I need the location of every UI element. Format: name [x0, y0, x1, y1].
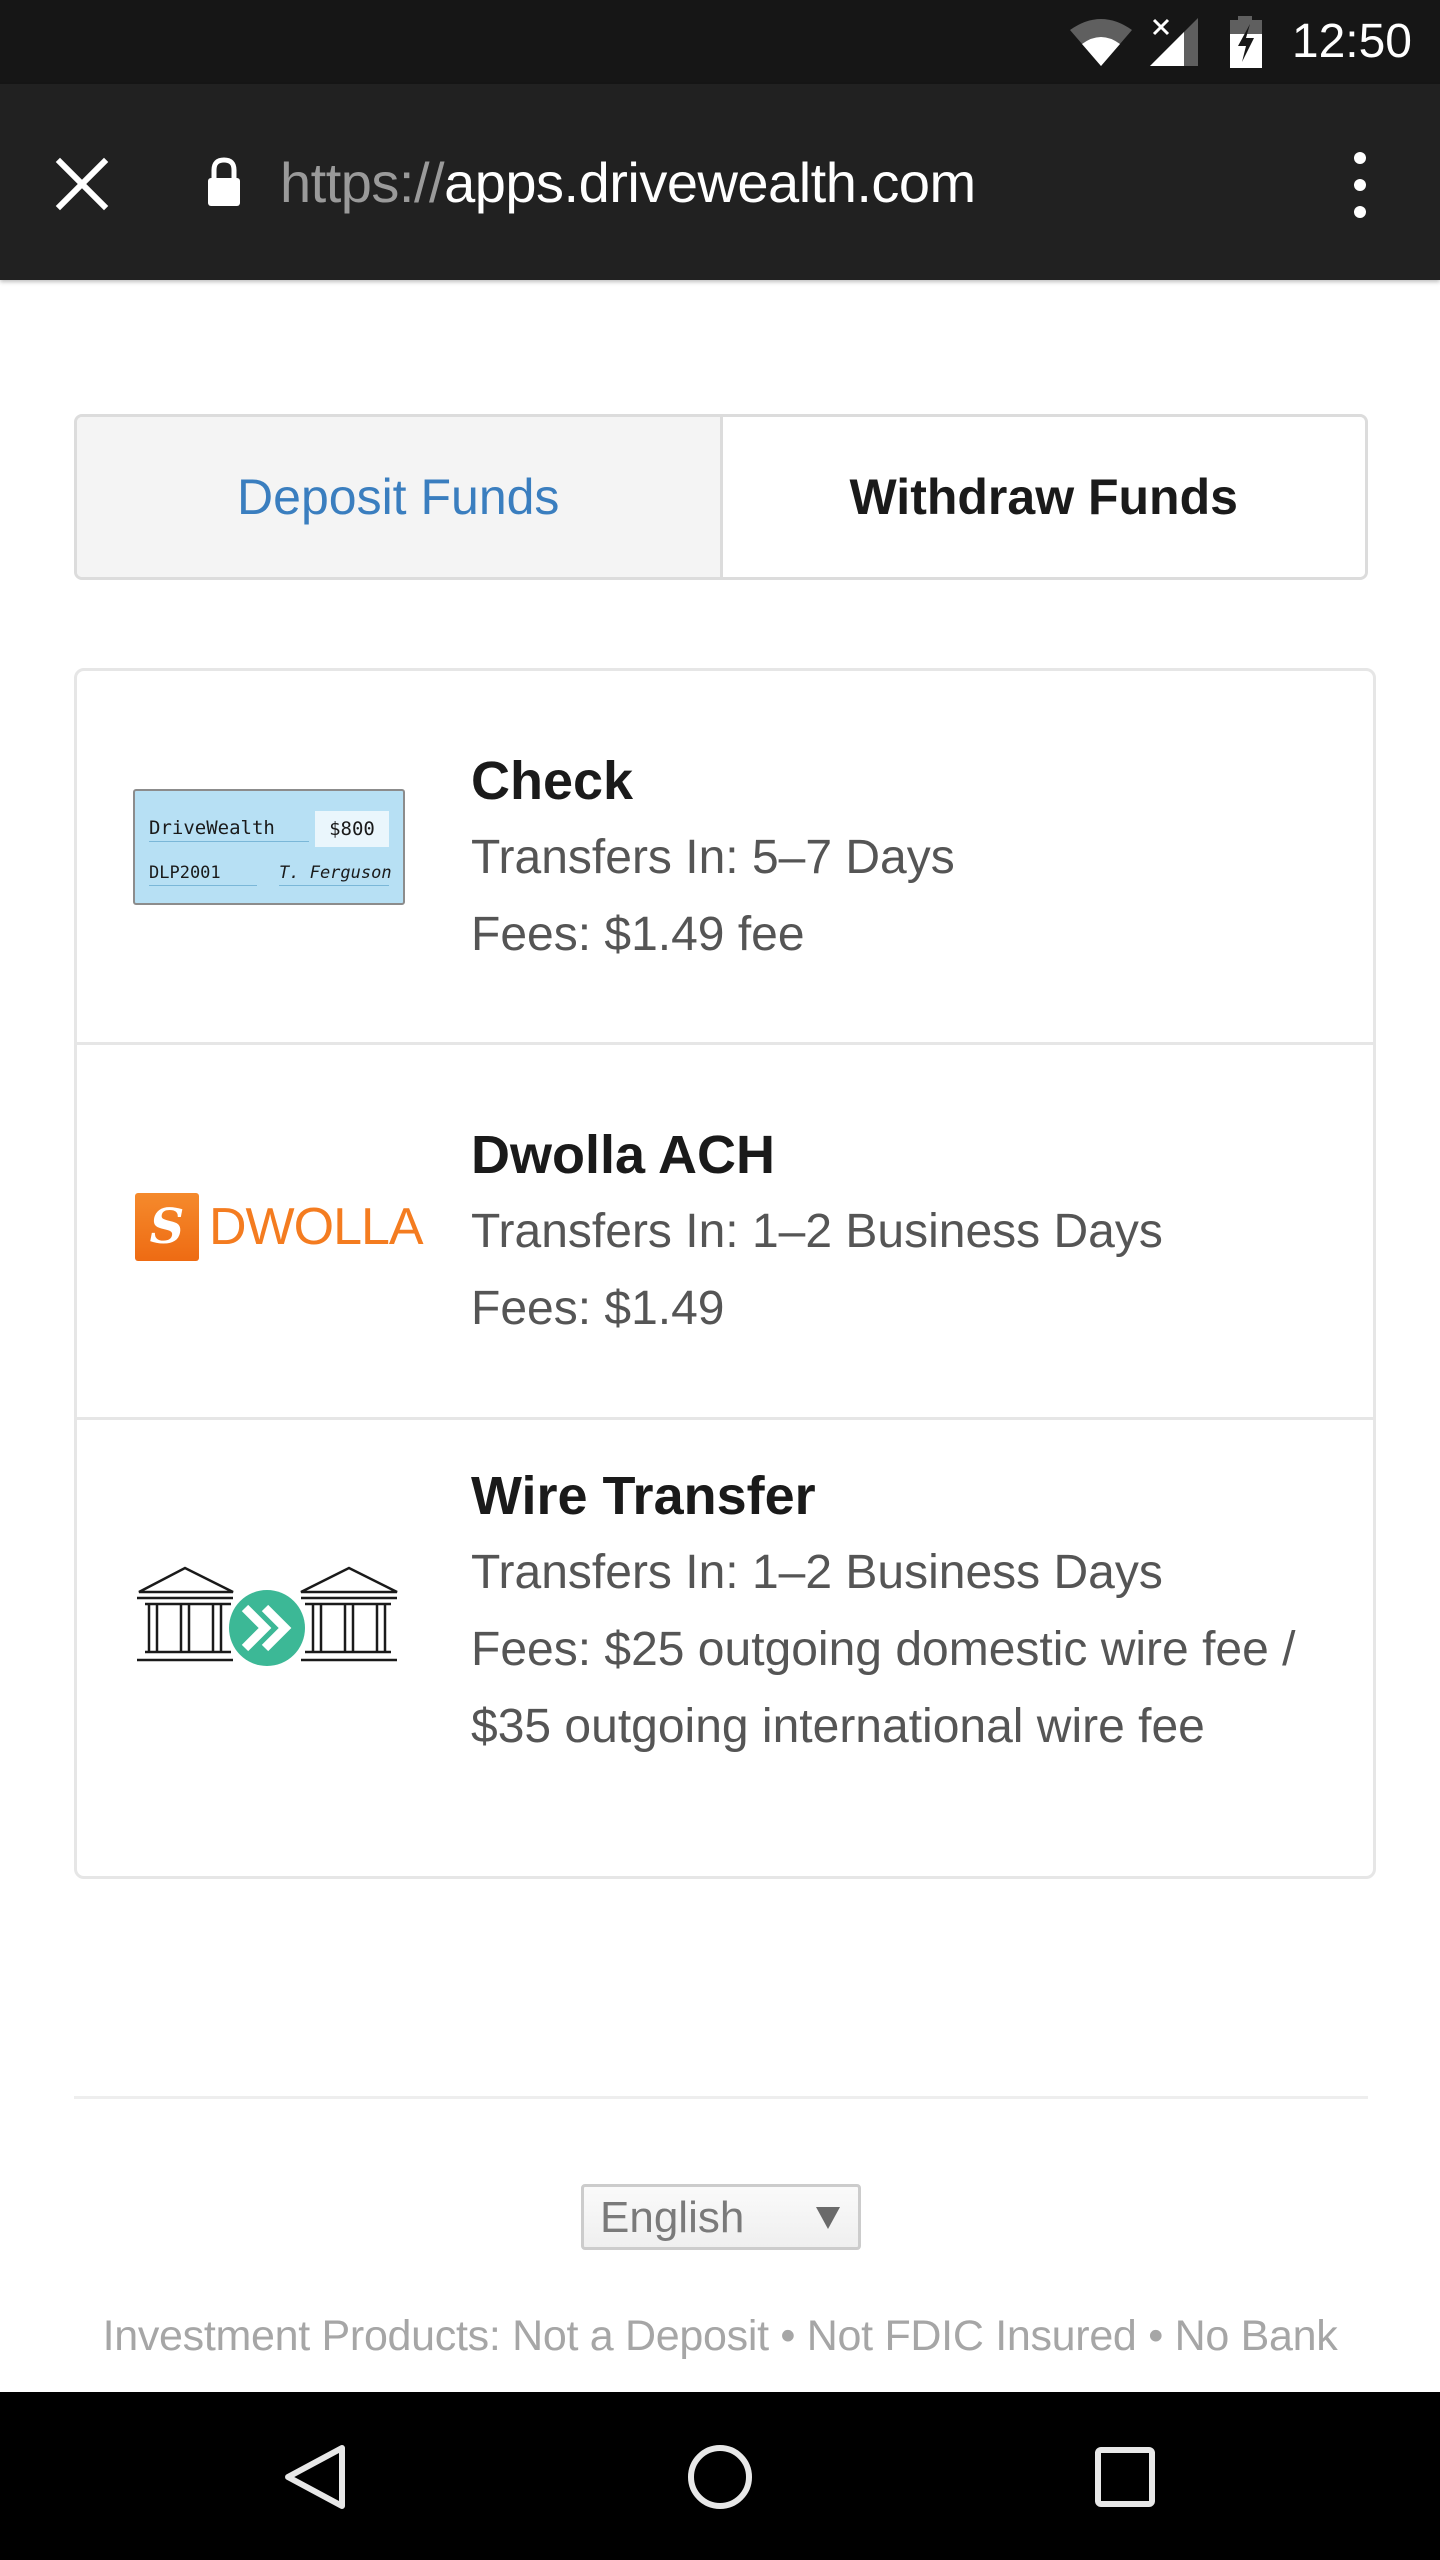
method-title: Check: [471, 751, 634, 811]
status-bar: 12:50: [0, 0, 1440, 84]
method-info: Check Transfers In: 5–7 Days Fees: $1.49…: [471, 671, 995, 1042]
url-host: apps.drivewealth.com: [444, 151, 976, 214]
method-fees: Fees: $1.49 fee: [471, 908, 805, 961]
dropdown-arrow-icon: [816, 2207, 840, 2229]
funds-tabs: Deposit Funds Withdraw Funds: [74, 414, 1368, 580]
dwolla-wordmark: DWOLLA: [209, 1198, 424, 1256]
check-memo: DLP2001: [149, 863, 221, 883]
check-signature-line: [279, 885, 389, 886]
method-check[interactable]: DriveWealth $800 DLP2001 T. Ferguson Che…: [77, 671, 1373, 1045]
check-memo-line: [149, 885, 257, 886]
method-transfers: Transfers In: 5–7 Days: [471, 831, 955, 884]
method-dwolla-ach[interactable]: S DWOLLA Dwolla ACH Transfers In: 1–2 Bu…: [77, 1045, 1373, 1420]
language-value: English: [600, 2193, 745, 2242]
back-icon[interactable]: [280, 2442, 350, 2512]
url-scheme: https://: [280, 151, 445, 214]
tab-deposit-funds[interactable]: Deposit Funds: [77, 417, 723, 577]
language-select[interactable]: English: [581, 2184, 861, 2250]
battery-charging-icon: [1230, 16, 1262, 68]
method-info: Wire Transfer Transfers In: 1–2 Business…: [471, 1420, 1373, 1876]
check-amount: $800: [315, 811, 389, 847]
more-vert-icon[interactable]: [1340, 150, 1380, 220]
bank-transfer-icon: [137, 1566, 398, 1666]
system-nav-bar: [0, 2392, 1440, 2560]
method-fees: Fees: $25 outgoing domestic wire fee / $…: [471, 1623, 1296, 1753]
method-title: Dwolla ACH: [471, 1125, 776, 1185]
method-fees: Fees: $1.49: [471, 1282, 725, 1335]
footer-divider: [74, 2096, 1368, 2099]
transfer-methods-list: DriveWealth $800 DLP2001 T. Ferguson Che…: [74, 668, 1376, 1879]
browser-toolbar: https://apps.drivewealth.com: [0, 84, 1440, 280]
close-icon[interactable]: [52, 154, 112, 214]
check-payee-line: [149, 841, 309, 842]
disclaimer-text: Investment Products: Not a Deposit • Not…: [102, 2312, 1338, 2360]
clock: 12:50: [1291, 15, 1412, 68]
check-payee: DriveWealth: [149, 817, 275, 839]
check-signature: T. Ferguson: [279, 863, 392, 883]
dwolla-logo-cell: S DWOLLA: [77, 1045, 471, 1417]
method-transfers: Transfers In: 1–2 Business Days: [471, 1546, 1163, 1599]
lock-icon: [208, 157, 240, 206]
method-wire-transfer[interactable]: Wire Transfer Transfers In: 1–2 Business…: [77, 1420, 1373, 1876]
signal-no-data-icon: [1150, 18, 1198, 66]
wifi-icon: [1070, 19, 1132, 66]
recents-icon[interactable]: [1090, 2442, 1160, 2512]
check-logo-cell: DriveWealth $800 DLP2001 T. Ferguson: [77, 671, 471, 1042]
method-transfers: Transfers In: 1–2 Business Days: [471, 1205, 1163, 1258]
method-info: Dwolla ACH Transfers In: 1–2 Business Da…: [471, 1045, 1203, 1417]
wire-logo-cell: [77, 1420, 471, 1876]
method-title: Wire Transfer: [471, 1466, 816, 1526]
dwolla-logo: S DWOLLA: [135, 1193, 424, 1261]
home-icon[interactable]: [685, 2442, 755, 2512]
tab-withdraw-funds[interactable]: Withdraw Funds: [722, 417, 1365, 577]
url-bar[interactable]: https://apps.drivewealth.com: [280, 150, 976, 216]
dwolla-mark-icon: S: [135, 1193, 199, 1261]
check-image: DriveWealth $800 DLP2001 T. Ferguson: [133, 789, 405, 905]
